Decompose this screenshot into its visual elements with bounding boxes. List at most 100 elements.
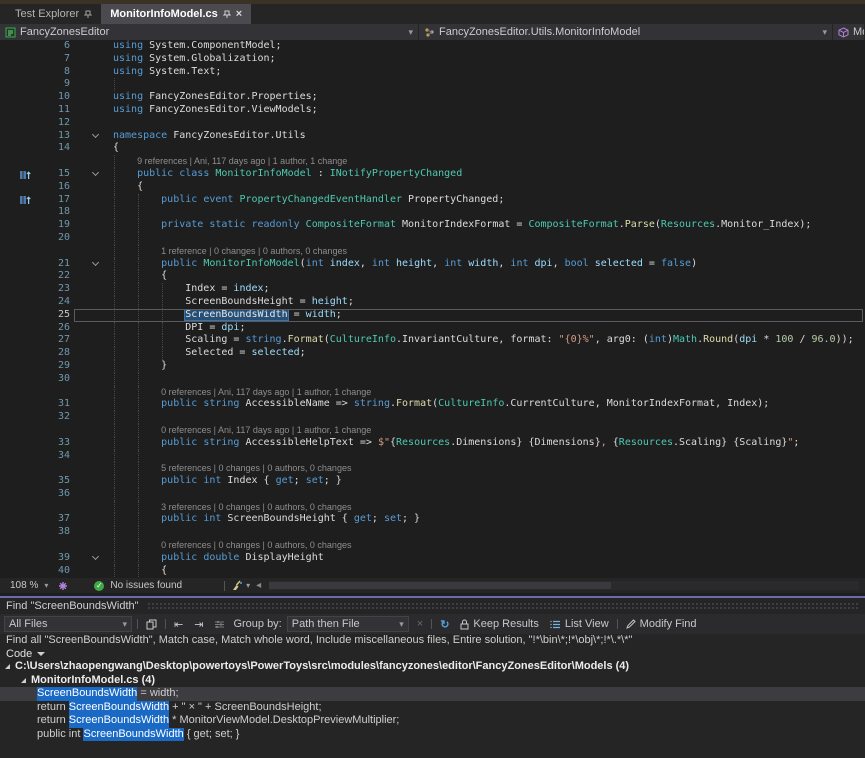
line-number[interactable]: 12 xyxy=(38,117,70,130)
glyph-margin[interactable] xyxy=(0,270,38,283)
result-group-row[interactable]: MonitorInfoModel.cs (4) xyxy=(0,674,865,688)
line-number[interactable]: 30 xyxy=(38,373,70,386)
line-number[interactable]: 37 xyxy=(38,513,70,526)
intellisense-icon[interactable] xyxy=(58,581,68,591)
code-text[interactable]: public event PropertyChangedEventHandler… xyxy=(106,194,865,207)
line-number[interactable]: 31 xyxy=(38,398,70,411)
code-line[interactable]: 34 xyxy=(0,450,865,463)
margin-indicator-icon[interactable] xyxy=(0,194,38,207)
code-line[interactable]: 17 public event PropertyChangedEventHand… xyxy=(0,194,865,207)
code-line[interactable]: 19 private static readonly CompositeForm… xyxy=(0,219,865,232)
member-dropdown[interactable]: Mo xyxy=(833,24,865,40)
line-number[interactable] xyxy=(38,501,70,514)
glyph-margin[interactable] xyxy=(0,232,38,245)
line-number[interactable]: 22 xyxy=(38,270,70,283)
code-text[interactable]: { xyxy=(106,142,865,155)
glyph-margin[interactable] xyxy=(0,155,38,168)
code-text[interactable]: Index = index; xyxy=(106,283,865,296)
refresh-icon[interactable]: ↻ xyxy=(437,618,452,631)
pin-icon[interactable] xyxy=(223,10,231,19)
line-number[interactable]: 27 xyxy=(38,334,70,347)
code-line[interactable]: 30 xyxy=(0,373,865,386)
code-text[interactable]: 0 references | Ani, 117 days ago | 1 aut… xyxy=(106,424,865,437)
find-section-code[interactable]: Code xyxy=(0,647,865,660)
line-number[interactable]: 20 xyxy=(38,232,70,245)
line-number[interactable]: 38 xyxy=(38,526,70,539)
codelens-row[interactable]: 0 references | Ani, 117 days ago | 1 aut… xyxy=(0,424,865,437)
glyph-margin[interactable] xyxy=(0,78,38,91)
line-number[interactable]: 34 xyxy=(38,450,70,463)
glyph-margin[interactable] xyxy=(0,219,38,232)
code-line[interactable]: 32 xyxy=(0,411,865,424)
line-number[interactable]: 24 xyxy=(38,296,70,309)
pin-icon[interactable] xyxy=(84,10,92,19)
code-text[interactable] xyxy=(106,411,865,424)
code-text[interactable]: using System.ComponentModel; xyxy=(106,40,865,53)
glyph-margin[interactable] xyxy=(0,411,38,424)
glyph-margin[interactable] xyxy=(0,245,38,258)
code-text[interactable]: using FancyZonesEditor.Properties; xyxy=(106,91,865,104)
codelens-link[interactable]: 3 references | 0 changes | 0 authors, 0 … xyxy=(113,502,351,512)
glyph-margin[interactable] xyxy=(0,53,38,66)
close-icon[interactable]: × xyxy=(236,9,242,20)
codelens-link[interactable]: 0 references | Ani, 117 days ago | 1 aut… xyxy=(113,425,371,435)
codelens-link[interactable]: 0 references | 0 changes | 0 authors, 0 … xyxy=(113,540,351,550)
glyph-margin[interactable] xyxy=(0,309,38,322)
result-match-row[interactable]: public int ScreenBoundsWidth { get; set;… xyxy=(0,728,865,742)
code-line[interactable]: 22 { xyxy=(0,270,865,283)
copy-icon[interactable] xyxy=(143,619,160,630)
glyph-margin[interactable] xyxy=(0,398,38,411)
line-number[interactable] xyxy=(38,539,70,552)
code-text[interactable]: public int ScreenBoundsHeight { get; set… xyxy=(106,513,865,526)
type-dropdown[interactable]: FancyZonesEditor.Utils.MonitorInfoModel … xyxy=(419,24,833,40)
result-match-row[interactable]: ScreenBoundsWidth = width; xyxy=(0,687,865,701)
code-line[interactable]: 35 public int Index { get; set; } xyxy=(0,475,865,488)
clear-results-icon[interactable]: × xyxy=(414,618,426,630)
code-line[interactable]: 24 ScreenBoundsHeight = height; xyxy=(0,296,865,309)
glyph-margin[interactable] xyxy=(0,142,38,155)
code-text[interactable]: 1 reference | 0 changes | 0 authors, 0 c… xyxy=(106,245,865,258)
codelens-row[interactable]: 0 references | 0 changes | 0 authors, 0 … xyxy=(0,539,865,552)
codelens-row[interactable]: 1 reference | 0 changes | 0 authors, 0 c… xyxy=(0,245,865,258)
codelens-link[interactable]: 5 references | 0 changes | 0 authors, 0 … xyxy=(113,463,351,473)
code-text[interactable] xyxy=(106,117,865,130)
code-line[interactable]: 20 xyxy=(0,232,865,245)
glyph-margin[interactable] xyxy=(0,475,38,488)
code-text[interactable]: Scaling = string.Format(CultureInfo.Inva… xyxy=(106,334,865,347)
glyph-margin[interactable] xyxy=(0,130,38,143)
code-line[interactable]: 6using System.ComponentModel; xyxy=(0,40,865,53)
code-text[interactable]: public class MonitorInfoModel : INotifyP… xyxy=(106,168,865,181)
code-text[interactable]: private static readonly CompositeFormat … xyxy=(106,219,865,232)
expander-icon[interactable] xyxy=(21,678,26,683)
code-line[interactable]: 27 Scaling = string.Format(CultureInfo.I… xyxy=(0,334,865,347)
glyph-margin[interactable] xyxy=(0,258,38,271)
code-line[interactable]: 14{ xyxy=(0,142,865,155)
code-text[interactable]: ScreenBoundsWidth = width; xyxy=(106,309,865,322)
line-number[interactable]: 19 xyxy=(38,219,70,232)
expander-icon[interactable] xyxy=(5,664,10,669)
line-number[interactable]: 9 xyxy=(38,78,70,91)
codelens-link[interactable]: 9 references | Ani, 117 days ago | 1 aut… xyxy=(113,156,347,166)
scroll-left-arrow[interactable]: ◂ xyxy=(256,580,261,591)
line-number[interactable]: 15 xyxy=(38,168,70,181)
line-number[interactable]: 32 xyxy=(38,411,70,424)
code-line[interactable]: 31 public string AccessibleName => strin… xyxy=(0,398,865,411)
line-number[interactable] xyxy=(38,386,70,399)
fold-chevron-icon[interactable] xyxy=(70,168,106,181)
scope-dropdown[interactable]: All Files ▾ xyxy=(4,616,132,632)
line-number[interactable]: 26 xyxy=(38,322,70,335)
code-line[interactable]: 26 DPI = dpi; xyxy=(0,322,865,335)
line-number[interactable]: 33 xyxy=(38,437,70,450)
code-text[interactable]: 0 references | 0 changes | 0 authors, 0 … xyxy=(106,539,865,552)
code-cleanup-button[interactable]: ▾ xyxy=(231,580,250,591)
code-line[interactable]: 8using System.Text; xyxy=(0,66,865,79)
horizontal-scrollbar[interactable] xyxy=(269,581,859,590)
glyph-margin[interactable] xyxy=(0,322,38,335)
code-line[interactable]: 16 { xyxy=(0,181,865,194)
code-text[interactable]: using System.Text; xyxy=(106,66,865,79)
glyph-margin[interactable] xyxy=(0,501,38,514)
glyph-margin[interactable] xyxy=(0,513,38,526)
line-number[interactable] xyxy=(38,245,70,258)
code-text[interactable]: namespace FancyZonesEditor.Utils xyxy=(106,130,865,143)
glyph-margin[interactable] xyxy=(0,565,38,578)
